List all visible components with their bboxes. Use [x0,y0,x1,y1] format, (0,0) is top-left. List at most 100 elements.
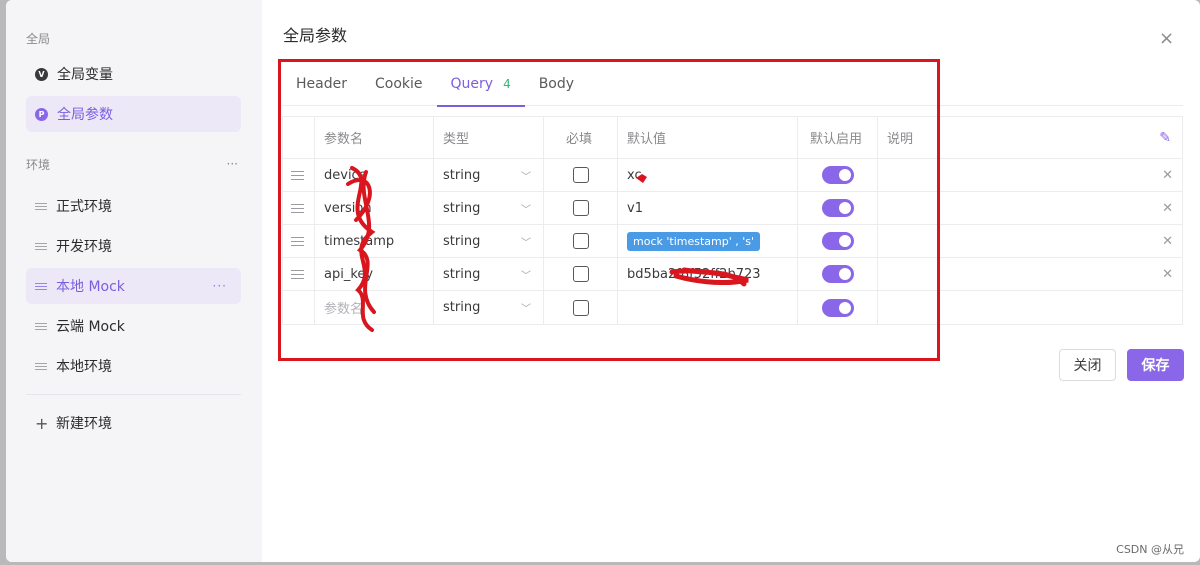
tab-count-badge: 4 [503,77,511,91]
env-item-more-icon[interactable]: ··· [213,279,227,293]
description-cell[interactable]: ✕ [878,159,1182,191]
sidebar-item-env-development[interactable]: 开发环境 [26,228,241,264]
tab-label: Cookie [374,76,423,92]
table-row: device string ﹀ xc ✕ [283,159,1182,192]
enabled-cell [798,258,878,290]
description-cell[interactable]: ✕ [878,225,1182,257]
section-env-header: 环境 ··· [6,154,262,174]
chevron-down-icon: ﹀ [521,171,531,183]
sidebar-divider [26,394,241,395]
mock-expression-tag[interactable]: mock 'timestamp' , 's' [627,231,761,251]
sidebar-item-label: 本地 Mock [56,279,125,295]
tab-cookie[interactable]: Cookie [361,62,437,106]
sidebar-item-env-local[interactable]: 本地环境 [26,348,241,384]
tab-body[interactable]: Body [525,62,588,106]
close-icon[interactable]: × [1159,28,1174,49]
required-checkbox[interactable] [572,233,589,249]
sidebar-item-label: 全局变量 [57,67,113,83]
enabled-cell [798,192,878,224]
sidebar-item-global-variables[interactable]: V 全局变量 [26,56,241,92]
param-type-select[interactable]: string ﹀ [434,258,544,290]
new-param-name-input[interactable]: 参数名 [315,291,434,324]
tab-label: Body [538,76,575,92]
tab-header[interactable]: Header [282,62,361,106]
description-cell[interactable] [878,291,1182,324]
param-name-cell[interactable]: timestamp [315,225,434,257]
sidebar-item-env-cloud-mock[interactable]: 云端 Mock [26,308,241,344]
drag-handle[interactable] [283,159,315,191]
default-value-cell[interactable]: mock 'timestamp' , 's' [618,225,798,257]
required-cell [544,258,618,290]
enabled-toggle[interactable] [821,166,854,184]
section-env-label: 环境 [26,157,51,172]
default-value-cell[interactable] [618,291,798,324]
chevron-down-icon: ﹀ [521,204,531,216]
param-type-select[interactable]: string ﹀ [434,225,544,257]
delete-row-icon[interactable]: ✕ [1162,234,1173,249]
bulk-edit-icon[interactable]: ✎ [1159,130,1171,146]
required-checkbox[interactable] [572,299,589,316]
table-row: api_key string ﹀ bd5ba2f8f52ff2b723 ✕ [283,258,1182,291]
chevron-down-icon: ﹀ [521,237,531,249]
param-tabs: Header Cookie Query 4 Body [282,62,1183,107]
required-checkbox[interactable] [572,200,589,216]
tab-query[interactable]: Query 4 [436,62,525,107]
param-type-value: string [443,233,481,249]
sidebar-item-label: 本地环境 [56,359,112,375]
dialog-main: 全局参数 × Header Cookie Query 4 Body 参数名 类型… [262,0,1200,562]
plus-icon: + [35,413,49,433]
enabled-toggle[interactable] [821,265,854,283]
param-type-select[interactable]: string ﹀ [434,291,544,324]
tab-label: Header [296,76,347,92]
required-cell [544,159,618,191]
close-button[interactable]: 关闭 [1059,349,1116,381]
section-global-label: 全局 [26,31,51,46]
enabled-toggle[interactable] [821,199,854,217]
chevron-down-icon: ﹀ [521,270,531,282]
param-name-cell[interactable]: api_key [315,258,434,290]
header-drag-col [283,117,315,158]
required-checkbox[interactable] [572,167,589,183]
drag-handle[interactable] [283,225,315,257]
column-header: 必填 [544,117,618,158]
drag-handle-icon [35,362,47,370]
param-type-value: string [443,300,481,315]
variable-icon: V [35,67,48,81]
env-more-icon[interactable]: ··· [227,157,238,171]
global-params-dialog: 全局 V 全局变量 P 全局参数 环境 ··· 正式环境 开发环境 本地 Moc [6,0,1200,562]
enabled-toggle[interactable] [821,298,854,317]
delete-row-icon[interactable]: ✕ [1162,267,1173,282]
required-checkbox[interactable] [572,266,589,282]
column-header: 参数名 [315,117,434,158]
sidebar-item-env-local-mock[interactable]: 本地 Mock ··· [26,268,241,304]
drag-handle[interactable] [283,192,315,224]
new-environment-button[interactable]: + 新建环境 [26,405,241,441]
drag-handle[interactable] [283,258,315,290]
drag-handle-icon [291,236,304,246]
description-cell[interactable]: ✕ [878,192,1182,224]
save-button[interactable]: 保存 [1127,349,1184,381]
dialog-title: 全局参数 [283,26,348,45]
param-name-cell[interactable]: version [315,192,434,224]
default-value-cell[interactable]: bd5ba2f8f52ff2b723 [618,258,798,290]
enabled-toggle[interactable] [821,232,854,250]
delete-row-icon[interactable]: ✕ [1162,168,1173,183]
drag-handle-icon [291,269,304,279]
param-name-cell[interactable]: device [315,159,434,191]
default-value-cell[interactable]: xc [618,159,798,191]
drag-handle-icon [291,170,304,180]
delete-row-icon[interactable]: ✕ [1162,201,1173,216]
param-type-select[interactable]: string ﹀ [434,159,544,191]
param-type-select[interactable]: string ﹀ [434,192,544,224]
description-cell[interactable]: ✕ [878,258,1182,290]
sidebar-item-global-params[interactable]: P 全局参数 [26,96,241,132]
sidebar-item-label: 开发环境 [56,239,112,255]
table-header-row: 参数名 类型 必填 默认值 默认启用 说明 ✎ [283,117,1182,159]
sidebar-item-env-production[interactable]: 正式环境 [26,188,241,224]
table-row-new: 参数名 string ﹀ [283,291,1182,324]
enabled-cell [798,159,878,191]
tab-label: Query [450,76,494,92]
column-header-description: 说明 ✎ [878,117,1182,158]
column-header: 默认启用 [798,117,878,158]
default-value-cell[interactable]: v1 [618,192,798,224]
